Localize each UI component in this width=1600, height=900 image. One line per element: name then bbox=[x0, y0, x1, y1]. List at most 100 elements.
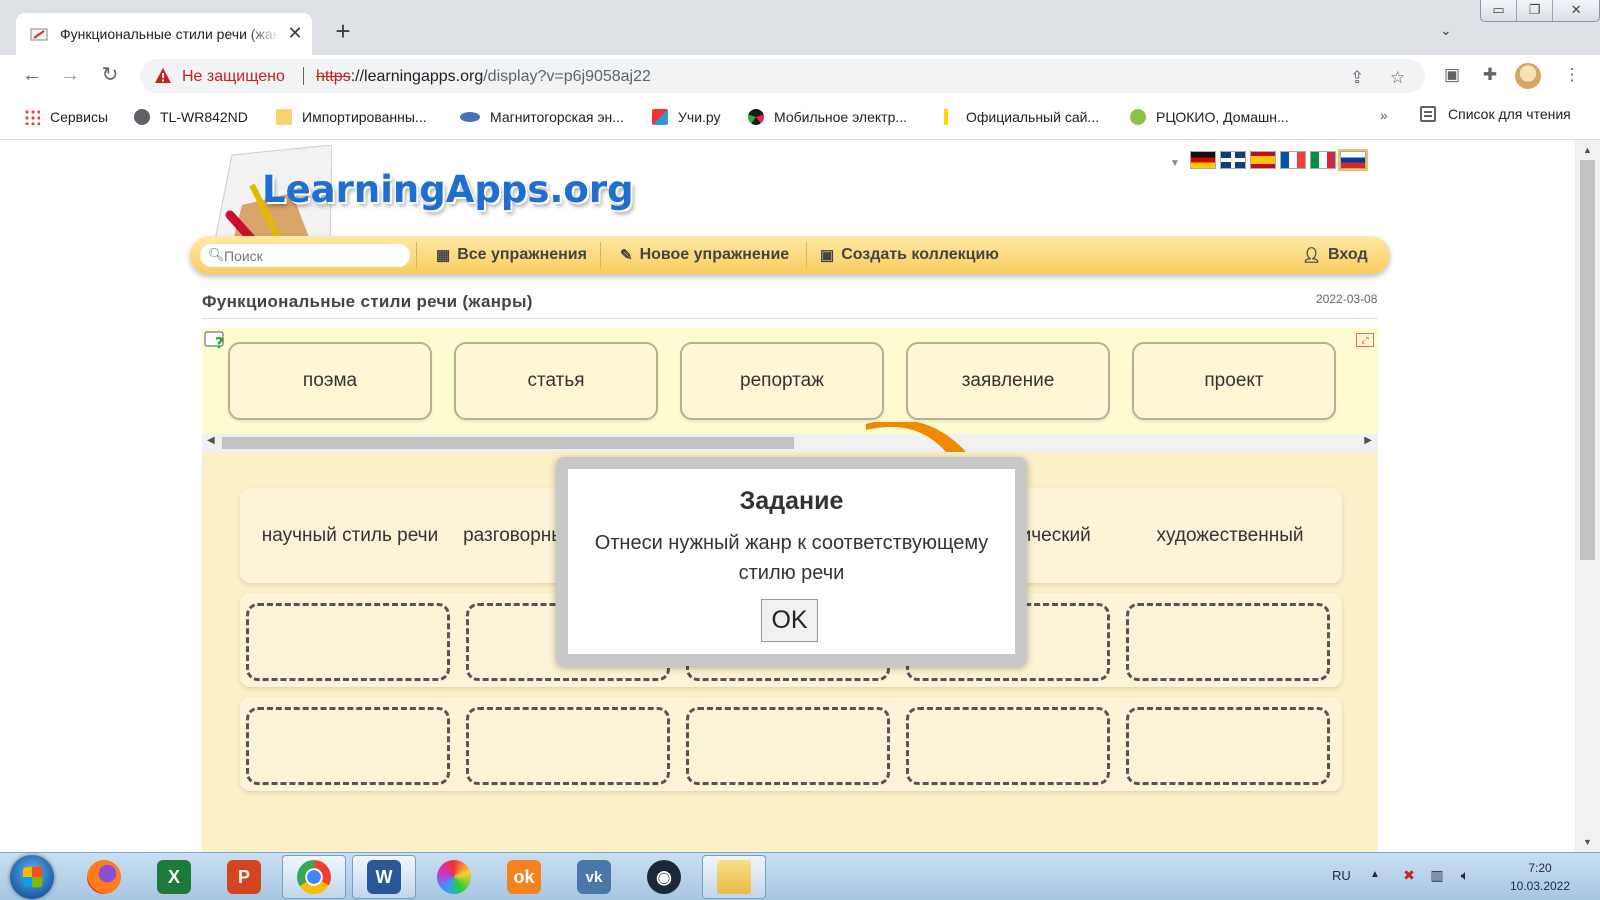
taskbar-odnoklassniki[interactable]: ok bbox=[492, 855, 556, 899]
taskbar-chrome[interactable] bbox=[282, 855, 346, 899]
steam-icon: ◉ bbox=[647, 860, 681, 894]
bookmark-item[interactable]: Сервисы bbox=[24, 106, 108, 128]
address-bar[interactable]: Не защищено https://learningapps.org/dis… bbox=[140, 59, 1425, 93]
flag-ru-icon[interactable] bbox=[1338, 149, 1368, 171]
menu-kebab-icon[interactable]: ⋮ bbox=[1560, 63, 1584, 87]
taskbar-word[interactable]: W bbox=[352, 855, 416, 899]
drop-slot[interactable] bbox=[1126, 603, 1330, 681]
profile-avatar[interactable] bbox=[1515, 63, 1541, 89]
globe-icon bbox=[134, 109, 150, 125]
flag-de-icon[interactable] bbox=[1190, 151, 1216, 169]
card-pool-scrollbar[interactable]: ◀ ▶ bbox=[202, 434, 1378, 452]
new-tab-button[interactable]: + bbox=[330, 18, 356, 44]
taskbar-explorer[interactable] bbox=[702, 855, 766, 899]
word-icon: W bbox=[367, 860, 401, 894]
apps-grid-icon bbox=[24, 109, 40, 125]
drop-slot[interactable] bbox=[1126, 707, 1330, 785]
forward-arrow-icon[interactable]: → bbox=[58, 63, 82, 87]
url-text[interactable]: https://learningapps.org/display?v=p6j90… bbox=[316, 68, 651, 86]
url-path: /display?v=p6j9058aj22 bbox=[483, 68, 651, 85]
bookmarks-bar: Сервисы TL-WR842ND Импортированны... Маг… bbox=[0, 95, 1600, 140]
extensions-puzzle-icon[interactable]: ✚ bbox=[1478, 63, 1502, 87]
volume-icon[interactable]: 🔈︎ bbox=[1456, 867, 1474, 885]
svg-text:?: ? bbox=[215, 334, 224, 351]
keyboard-language[interactable]: RU bbox=[1332, 868, 1351, 883]
create-collection-link[interactable]: ▣ Создать коллекцию bbox=[820, 246, 999, 264]
genre-card[interactable]: репортаж bbox=[680, 342, 884, 420]
vk-icon: vk bbox=[577, 860, 611, 894]
language-flags bbox=[1190, 149, 1368, 171]
help-question-icon[interactable]: ? bbox=[204, 331, 226, 351]
login-link[interactable]: 👤︎ Вход bbox=[1302, 246, 1368, 264]
taskbar-steam[interactable]: ◉ bbox=[632, 855, 696, 899]
start-button[interactable] bbox=[10, 855, 54, 899]
genre-card[interactable]: заявление bbox=[906, 342, 1110, 420]
bookmark-item[interactable]: Официальный сай... bbox=[944, 106, 1099, 128]
bookmark-label: Официальный сай... bbox=[966, 109, 1100, 125]
more-bookmarks-chevron-icon[interactable]: » bbox=[1380, 107, 1388, 123]
bookmark-item[interactable]: РЦОКИО, Домашн... bbox=[1130, 106, 1289, 128]
site-logo[interactable]: LearningApps.org bbox=[262, 168, 634, 211]
omnibox-divider bbox=[303, 67, 304, 85]
search-placeholder: Поиск bbox=[224, 248, 263, 264]
bookmark-label: Учи.ру bbox=[678, 109, 721, 125]
system-clock[interactable]: 7:20 10.03.2022 bbox=[1500, 859, 1580, 895]
page-scrollbar[interactable]: ▲ ▼ bbox=[1575, 140, 1600, 852]
new-app-link[interactable]: ✎ Новое упражнение bbox=[620, 246, 789, 264]
tab-close-icon[interactable]: ✕ bbox=[284, 22, 306, 44]
genre-card[interactable]: проект bbox=[1132, 342, 1336, 420]
drop-slot[interactable] bbox=[906, 707, 1110, 785]
flag-fr-icon[interactable] bbox=[1280, 151, 1306, 169]
not-secure-label[interactable]: Не защищено bbox=[182, 68, 285, 86]
scroll-left-icon[interactable]: ◀ bbox=[207, 435, 215, 446]
browser-tab[interactable]: Функциональные стили речи (жанры) ✕ bbox=[16, 13, 312, 55]
page-scrollbar-thumb[interactable] bbox=[1580, 160, 1595, 560]
scroll-up-icon[interactable]: ▲ bbox=[1575, 142, 1600, 158]
task-dialog-title: Задание bbox=[739, 487, 844, 515]
chrome-icon bbox=[297, 860, 331, 894]
close-window-button[interactable]: ✕ bbox=[1553, 0, 1599, 21]
powerpoint-icon: P bbox=[227, 860, 261, 894]
taskbar-firefox[interactable] bbox=[72, 855, 136, 899]
taskbar-powerpoint[interactable]: P bbox=[212, 855, 276, 899]
scroll-down-icon[interactable]: ▼ bbox=[1575, 834, 1600, 850]
taskbar-excel[interactable]: X bbox=[142, 855, 206, 899]
taskbar-vk[interactable]: vk bbox=[562, 855, 626, 899]
drop-slot[interactable] bbox=[246, 603, 450, 681]
network-icon[interactable]: ▥ bbox=[1428, 867, 1446, 885]
reload-icon[interactable]: ↻ bbox=[98, 63, 122, 87]
bookmark-item[interactable]: Учи.ру bbox=[652, 106, 721, 128]
genre-card[interactable]: поэма bbox=[228, 342, 432, 420]
minimize-button[interactable]: ▭ bbox=[1481, 0, 1518, 21]
reading-list-button[interactable]: Список для чтения bbox=[1420, 106, 1571, 122]
drop-slot[interactable] bbox=[246, 707, 450, 785]
task-dialog-body: Задание Отнеси нужный жанр к соответству… bbox=[568, 469, 1015, 654]
share-icon[interactable]: ⇪ bbox=[1350, 68, 1364, 88]
cast-icon[interactable]: ▣ bbox=[1440, 63, 1464, 87]
network-error-icon[interactable]: ✖ bbox=[1400, 867, 1418, 885]
scroll-right-icon[interactable]: ▶ bbox=[1364, 435, 1372, 446]
bookmark-item[interactable]: Импортированны... bbox=[276, 106, 427, 128]
ok-button[interactable]: OK bbox=[761, 599, 818, 642]
taskbar-paint-app[interactable] bbox=[422, 855, 486, 899]
back-arrow-icon[interactable]: ← bbox=[20, 63, 44, 87]
language-dropdown-icon[interactable]: ▼ bbox=[1170, 158, 1180, 169]
drop-slot[interactable] bbox=[466, 707, 670, 785]
browser-toolbar: ← → ↻ Не защищено https://learningapps.o… bbox=[0, 55, 1600, 95]
all-apps-link[interactable]: ▦ Все упражнения bbox=[436, 246, 587, 264]
scrollbar-thumb[interactable] bbox=[222, 437, 794, 449]
drop-slot[interactable] bbox=[686, 707, 890, 785]
genre-card[interactable]: статья bbox=[454, 342, 658, 420]
search-input[interactable]: 🔍︎ Поиск bbox=[200, 244, 410, 267]
bookmark-item[interactable]: Мобильное электр... bbox=[748, 106, 907, 128]
flag-gb-icon[interactable] bbox=[1220, 151, 1246, 169]
tray-expand-icon[interactable]: ▲ bbox=[1370, 869, 1380, 880]
tab-search-chevron-icon[interactable]: ⌄ bbox=[1440, 22, 1452, 39]
bookmark-star-icon[interactable]: ☆ bbox=[1390, 68, 1405, 88]
bookmark-item[interactable]: Магнитогорская эн... bbox=[460, 106, 624, 128]
maximize-button[interactable]: ❐ bbox=[1517, 0, 1554, 21]
fullscreen-icon[interactable]: ⤢ bbox=[1356, 333, 1374, 347]
bookmark-item[interactable]: TL-WR842ND bbox=[134, 106, 248, 128]
flag-es-icon[interactable] bbox=[1250, 151, 1276, 169]
flag-it-icon[interactable] bbox=[1310, 151, 1336, 169]
